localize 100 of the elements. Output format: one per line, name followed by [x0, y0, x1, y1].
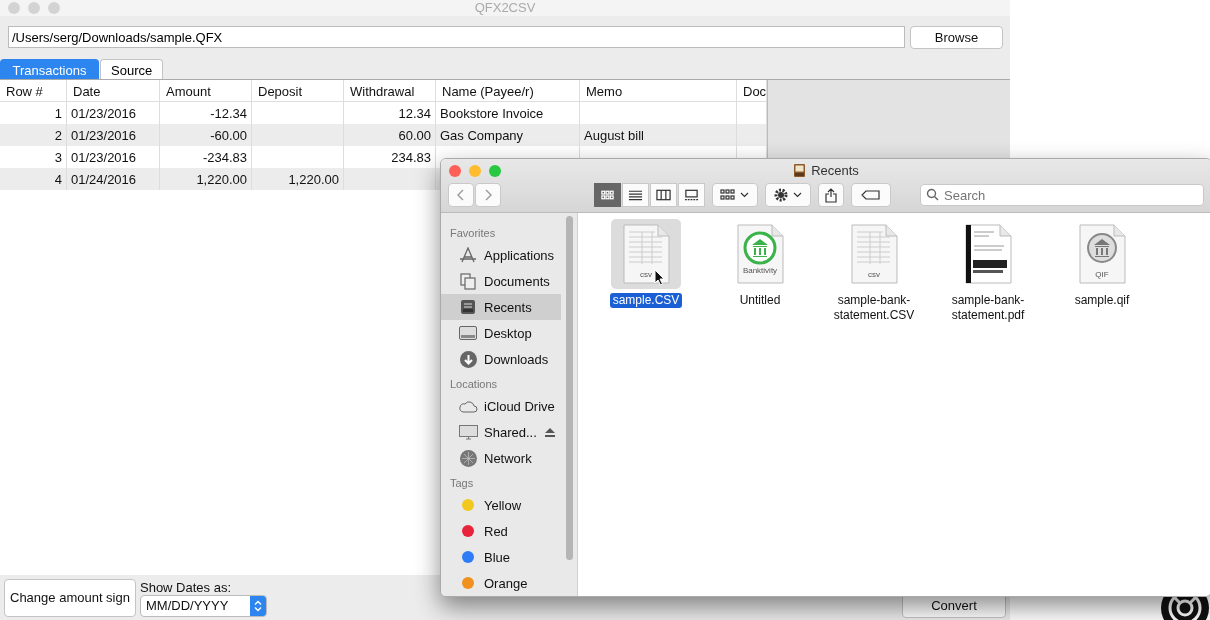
column-header[interactable]: Name (Payee/r) [436, 80, 580, 101]
table-cell: 01/23/2016 [71, 128, 137, 142]
column-header[interactable]: Amount [160, 80, 252, 101]
file-icon[interactable]: csv [839, 219, 909, 289]
sidebar-item[interactable]: Yellow [441, 492, 561, 518]
sidebar-item[interactable]: Desktop [441, 320, 561, 346]
sidebar-item[interactable]: Recents [441, 294, 561, 320]
column-header[interactable]: Deposit [252, 80, 344, 101]
group-button[interactable] [712, 183, 758, 207]
file-type-label: csv [640, 270, 652, 279]
column-header[interactable]: Row # [0, 80, 67, 101]
path-field[interactable]: /Users/serg/Downloads/sample.QFX [8, 26, 905, 48]
sidebar-item[interactable]: Orange [441, 570, 561, 596]
chevron-right-icon [484, 189, 492, 201]
column-header[interactable]: Doc [737, 80, 767, 101]
file-icon[interactable]: Banktivity [725, 219, 795, 289]
list-icon [628, 189, 643, 201]
window-title: Recents [811, 162, 859, 178]
table-cell: 01/24/2016 [71, 172, 137, 186]
search-icon [926, 188, 939, 201]
column-header[interactable]: Date [67, 80, 160, 101]
file-icon[interactable]: QIF [1067, 219, 1137, 289]
file-type-label: QIF [1095, 270, 1109, 279]
desktop-icon [459, 326, 477, 340]
column-header[interactable]: Withdrawal [344, 80, 436, 101]
bank-document-icon [736, 224, 784, 284]
sidebar-item[interactable]: Red [441, 518, 561, 544]
table-cell: 60.00 [398, 128, 431, 142]
table-cell: 12.34 [398, 106, 431, 120]
document-icon [622, 224, 670, 284]
close-button[interactable] [449, 165, 461, 177]
recents-icon [793, 162, 807, 178]
gallery-view-button[interactable] [678, 183, 705, 207]
table-cell: Gas Company [440, 128, 524, 142]
file-type-label: csv [868, 270, 880, 279]
table-cell: 4 [54, 172, 62, 186]
table-cell: August bill [584, 128, 644, 142]
table-cell: -234.83 [202, 150, 247, 164]
mouse-pointer-icon [654, 269, 665, 286]
file-name[interactable]: Untitled [736, 293, 784, 308]
tab[interactable]: Source [100, 59, 164, 80]
gallery-icon [684, 189, 699, 201]
sidebar-heading: Locations [449, 377, 499, 392]
file-name[interactable]: sample-bank-statement.CSV [828, 293, 920, 323]
eject-icon[interactable] [545, 427, 555, 437]
share-button[interactable] [818, 183, 844, 207]
sidebar-item[interactable]: Documents [441, 268, 561, 294]
file-type-label: Banktivity [742, 266, 778, 275]
icons-view-button[interactable] [594, 183, 621, 207]
table-cell: 01/23/2016 [71, 106, 137, 120]
column-header[interactable]: Memo [580, 80, 737, 101]
file-name[interactable]: sample.qif [1071, 293, 1133, 308]
document-icon [964, 224, 1012, 284]
recents-icon [460, 299, 476, 315]
table-cell: 3 [54, 150, 62, 164]
columns-view-button[interactable] [650, 183, 677, 207]
documents-icon [460, 272, 476, 290]
tag-button[interactable] [851, 183, 891, 207]
date-format-select[interactable]: MM/DD/YYYY [140, 594, 267, 617]
table-cell: 1 [54, 106, 62, 120]
document-icon [850, 224, 898, 284]
table-cell: Bookstore Invoice [440, 106, 544, 120]
sidebar-item[interactable]: Blue [441, 544, 561, 570]
date-format-label: Show Dates as: [140, 580, 233, 595]
bank-document-icon [1078, 224, 1126, 284]
file-name[interactable]: sample.CSV [609, 293, 683, 308]
grid-icon [720, 189, 750, 201]
table-cell: -12.34 [210, 106, 247, 120]
sidebar-heading: Favorites [449, 226, 497, 241]
share-icon [825, 187, 837, 203]
table-cell: -60.00 [210, 128, 247, 142]
gear-icon [773, 188, 803, 202]
table-cell: 01/23/2016 [71, 150, 137, 164]
chevron-left-icon [457, 189, 465, 201]
tag-icon [861, 190, 881, 200]
file-name[interactable]: sample-bank-statement.pdf [942, 293, 1034, 323]
applications-icon [459, 247, 477, 263]
sidebar-heading: Tags [449, 476, 475, 491]
sidebar-item[interactable]: Network [441, 445, 561, 471]
sidebar-item[interactable]: Shared... [441, 419, 561, 445]
globe-icon [459, 449, 477, 467]
cloud-icon [458, 399, 478, 413]
sidebar-item[interactable]: Applications [441, 242, 561, 268]
file-icon[interactable]: csv [611, 219, 681, 289]
action-button[interactable] [765, 183, 811, 207]
sidebar-item[interactable]: Downloads [441, 346, 561, 372]
table-cell: 1,220.00 [196, 172, 247, 186]
table-cell: 234.83 [391, 150, 431, 164]
list-view-button[interactable] [622, 183, 649, 207]
stepper-icon[interactable] [254, 599, 262, 612]
tab[interactable]: Transactions [0, 59, 99, 80]
change-sign-button[interactable]: Change amount sign [4, 578, 136, 617]
search-field[interactable]: Search [920, 184, 1204, 206]
columns-icon [656, 189, 671, 201]
table-cell: 1,220.00 [288, 172, 339, 186]
downloads-icon [459, 350, 477, 368]
window-title: QFX2CSV [474, 0, 536, 15]
sidebar-item[interactable]: iCloud Drive [441, 393, 561, 419]
scrollbar[interactable] [566, 216, 573, 560]
browse-button[interactable]: Browse [910, 26, 1003, 49]
